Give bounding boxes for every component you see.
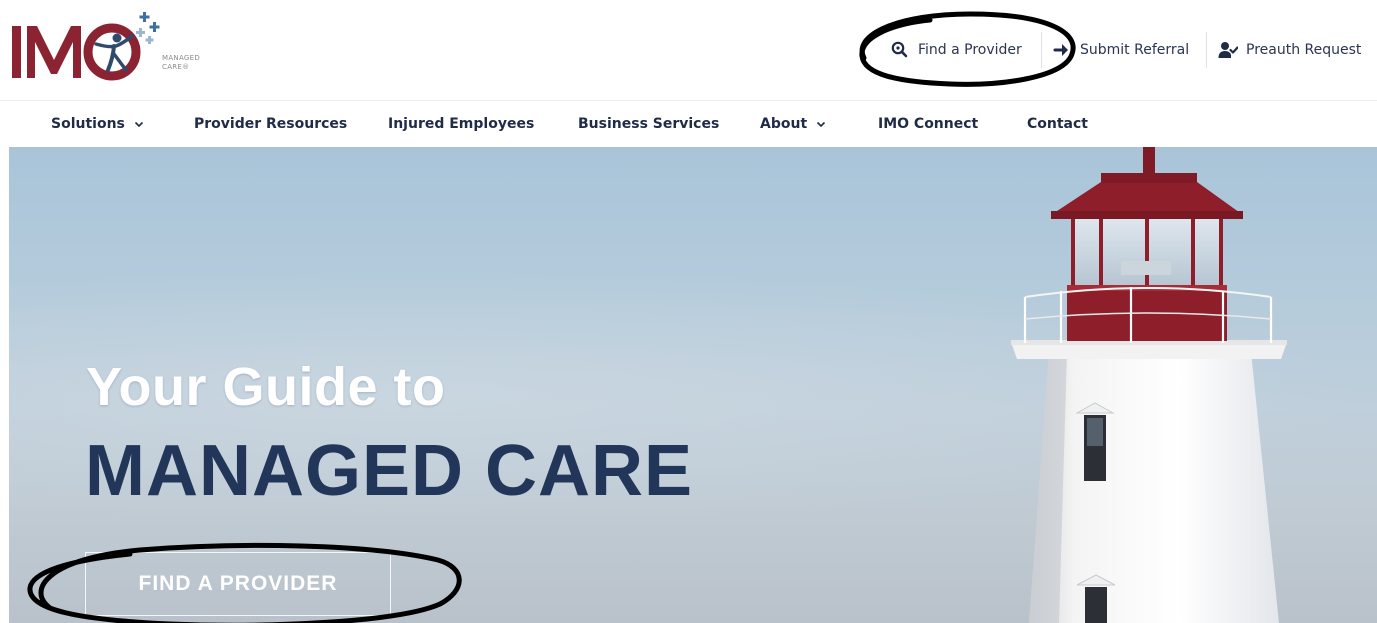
nav-item-label: IMO Connect xyxy=(878,116,979,132)
nav-item-about[interactable]: About xyxy=(760,101,826,147)
nav-item-label: Contact xyxy=(1027,116,1088,132)
find-a-provider-label: Find a Provider xyxy=(918,42,1022,58)
chevron-down-icon xyxy=(134,121,143,128)
nav-item-label: Business Services xyxy=(578,116,720,132)
submit-referral-label: Submit Referral xyxy=(1080,42,1190,58)
hero-heading-line2: MANAGED CARE xyxy=(85,431,694,511)
nav-item-solutions[interactable]: Solutions xyxy=(51,101,144,147)
arrow-right-icon xyxy=(1053,44,1068,56)
logo-subtitle-line: CARE® xyxy=(162,63,190,71)
lighthouse-image xyxy=(1011,147,1287,623)
utility-divider xyxy=(1041,32,1042,68)
nav-item-label: Provider Resources xyxy=(194,116,348,132)
preauth-request-link[interactable]: Preauth Request xyxy=(1218,30,1361,70)
hero-heading-line1: Your Guide to xyxy=(86,357,446,417)
nav-item-injured-employees[interactable]: Injured Employees xyxy=(388,101,534,147)
user-check-icon xyxy=(1218,42,1238,58)
submit-referral-link[interactable]: Submit Referral xyxy=(1052,30,1189,70)
nav-item-business-services[interactable]: Business Services xyxy=(578,101,719,147)
main-navigation: Solutions Provider Resources Injured Emp… xyxy=(0,101,1377,147)
nav-item-provider-resources[interactable]: Provider Resources xyxy=(194,101,347,147)
nav-item-label: About xyxy=(760,116,808,132)
logo-subtitle: MANAGED CARE® xyxy=(162,54,222,72)
utility-divider xyxy=(1206,32,1207,68)
search-icon xyxy=(891,41,908,58)
imo-logo[interactable]: MANAGED CARE® xyxy=(10,6,210,86)
find-a-provider-button[interactable]: FIND A PROVIDER xyxy=(85,552,391,616)
hero-banner: Your Guide to MANAGED CARE FIND A PROVID… xyxy=(9,147,1377,623)
nav-item-label: Injured Employees xyxy=(388,116,535,132)
nav-item-imo-connect[interactable]: IMO Connect xyxy=(878,101,978,147)
preauth-request-label: Preauth Request xyxy=(1246,42,1362,58)
chevron-down-icon xyxy=(817,121,826,128)
top-header: MANAGED CARE® Find a Provider Submit Ref… xyxy=(0,0,1377,101)
find-a-provider-link[interactable]: Find a Provider xyxy=(890,30,1022,70)
nav-item-label: Solutions xyxy=(51,116,125,132)
page: MANAGED CARE® Find a Provider Submit Ref… xyxy=(0,0,1377,623)
logo-subtitle-line: MANAGED xyxy=(162,54,201,62)
imo-logo-mark xyxy=(12,12,160,81)
nav-item-contact[interactable]: Contact xyxy=(1027,101,1088,147)
